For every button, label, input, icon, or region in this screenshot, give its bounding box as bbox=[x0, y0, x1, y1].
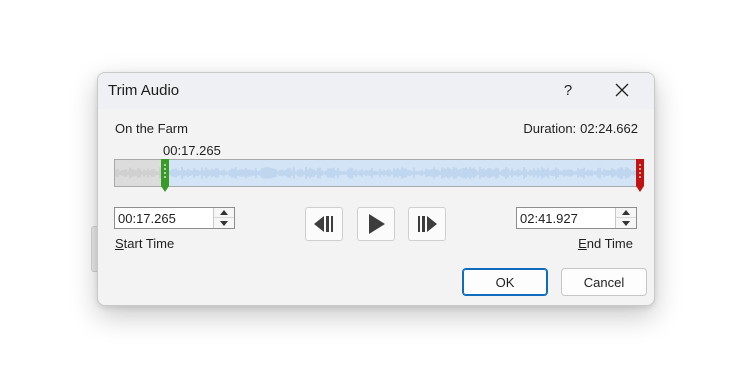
end-time-stepper[interactable] bbox=[615, 208, 636, 228]
duration-readout: Duration: 02:24.662 bbox=[523, 121, 638, 136]
close-icon bbox=[615, 83, 629, 97]
start-time-label-text: tart Time bbox=[123, 236, 175, 251]
audio-timeline[interactable] bbox=[114, 159, 644, 192]
title-bar: Trim Audio ? bbox=[98, 73, 654, 109]
green-marker-icon bbox=[161, 159, 169, 192]
start-time-label: Start Time bbox=[115, 236, 174, 251]
ok-button[interactable]: OK bbox=[462, 268, 548, 296]
end-time-label: End Time bbox=[578, 236, 633, 251]
next-frame-button[interactable] bbox=[408, 207, 446, 241]
end-time-label-text: nd Time bbox=[586, 236, 633, 251]
chevron-up-icon bbox=[220, 210, 228, 215]
start-time-input[interactable] bbox=[115, 208, 217, 228]
end-time-input[interactable] bbox=[517, 208, 619, 228]
end-trim-handle[interactable] bbox=[636, 159, 644, 193]
chevron-down-icon bbox=[220, 220, 228, 226]
close-button[interactable] bbox=[604, 77, 640, 105]
duration-value: 02:24.662 bbox=[580, 121, 638, 136]
start-time-up-button[interactable] bbox=[214, 208, 234, 218]
chevron-down-icon bbox=[622, 220, 630, 226]
clip-name: On the Farm bbox=[115, 121, 188, 136]
end-time-field[interactable] bbox=[516, 207, 637, 229]
end-time-down-button[interactable] bbox=[616, 218, 636, 228]
dialog-title: Trim Audio bbox=[108, 82, 180, 99]
start-marker-time: 00:17.265 bbox=[163, 143, 221, 158]
start-time-field[interactable] bbox=[114, 207, 235, 229]
duration-label: Duration: bbox=[523, 121, 577, 136]
chevron-up-icon bbox=[622, 210, 630, 215]
previous-frame-button[interactable] bbox=[305, 207, 343, 241]
previous-frame-icon bbox=[314, 216, 333, 232]
cancel-button[interactable]: Cancel bbox=[561, 268, 647, 296]
start-time-down-button[interactable] bbox=[214, 218, 234, 228]
next-frame-icon bbox=[418, 216, 437, 232]
play-icon bbox=[369, 214, 385, 234]
start-time-accel: S bbox=[115, 236, 124, 251]
start-time-stepper[interactable] bbox=[213, 208, 234, 228]
help-button[interactable]: ? bbox=[550, 77, 586, 105]
trim-audio-dialog: Trim Audio ? On the Farm Duration: 02:24.… bbox=[97, 72, 655, 306]
end-time-accel: E bbox=[578, 236, 587, 251]
waveform bbox=[115, 167, 641, 179]
red-marker-icon bbox=[636, 159, 644, 192]
end-time-up-button[interactable] bbox=[616, 208, 636, 218]
waveform-bars bbox=[115, 167, 641, 179]
start-trim-handle[interactable] bbox=[161, 159, 169, 193]
play-button[interactable] bbox=[357, 207, 395, 241]
